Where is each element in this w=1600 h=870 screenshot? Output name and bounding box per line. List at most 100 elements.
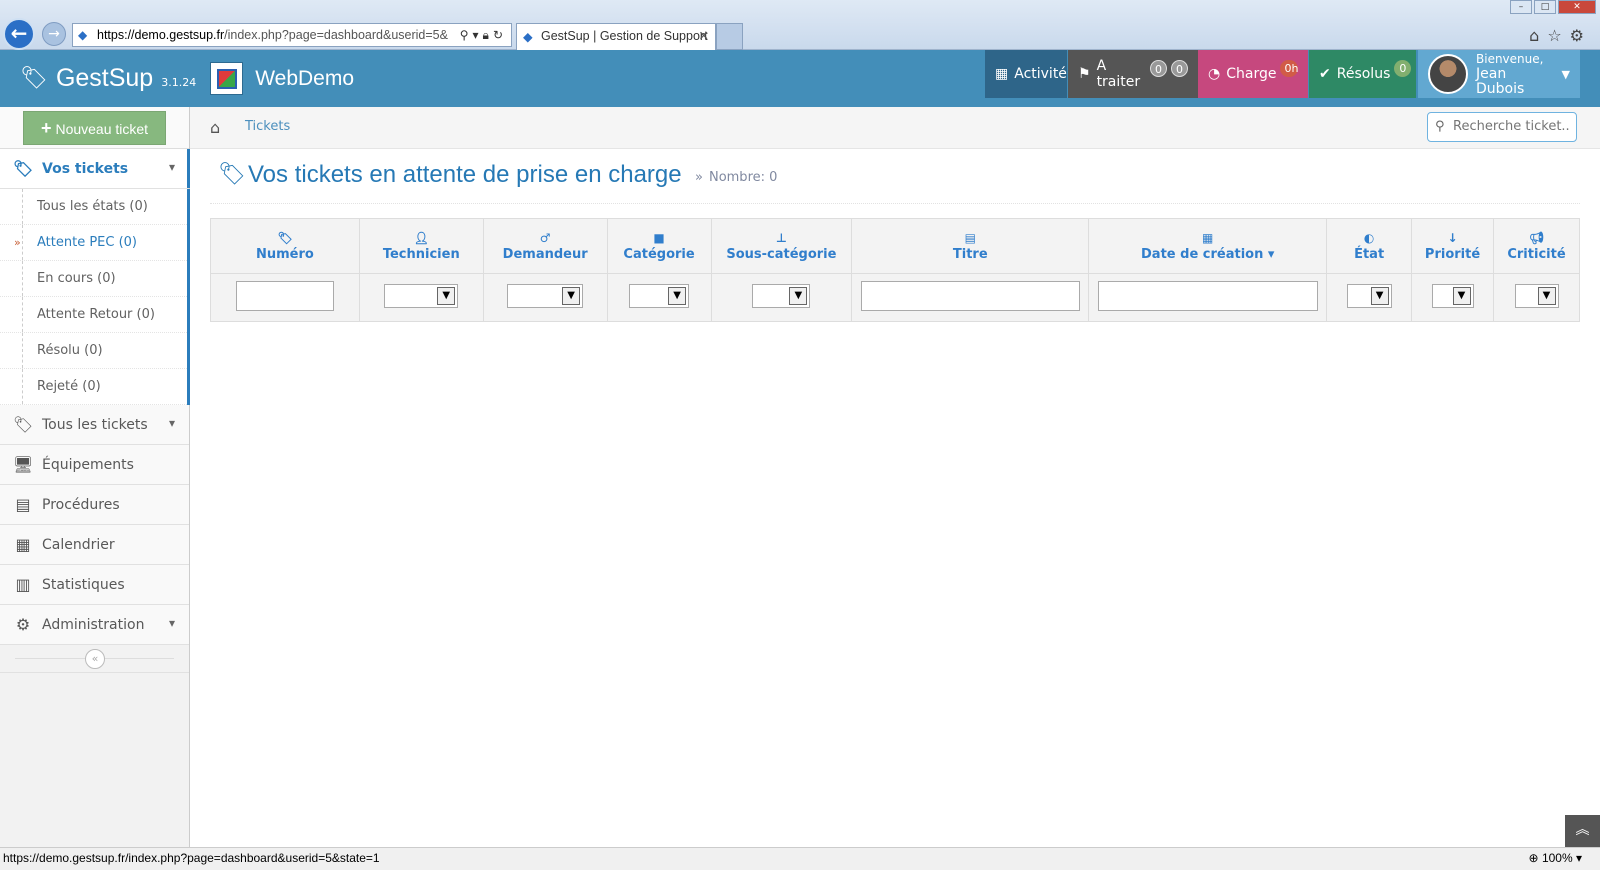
tachometer-icon: ◔ [1208,66,1221,82]
chevron-down-icon: ▾ [168,416,175,430]
caret-down-icon: ▼ [1561,67,1570,81]
sidebar-item-all-tickets[interactable]: 🏷︎ Tous les tickets ▾ [0,405,189,445]
column-header-requester[interactable]: ♂ Demandeur [482,218,608,274]
submenu-item-rejected[interactable]: Rejeté (0) [0,369,187,405]
filter-date-input[interactable] [1097,280,1318,311]
nav-resolved[interactable]: ✔ Résolus 0 [1309,50,1416,98]
tab-close-icon[interactable]: ✕ [699,24,709,49]
nav-to-process[interactable]: ⚑ A traiter 0 0 [1068,50,1198,98]
nav-load[interactable]: ◔ Charge 0h [1198,50,1308,98]
filter-requester-select[interactable]: ▼ [507,283,584,308]
favorites-star-icon[interactable]: ☆ [1547,26,1569,45]
calendar-icon: ▦ [995,66,1009,82]
sidebar-item-administration[interactable]: ⚙ Administration ▾ [0,605,189,645]
search-icon[interactable]: ⚲ [460,28,473,42]
url-path: /index.php?page=dashboard&userid=5& [224,28,448,42]
refresh-icon[interactable]: ↻ [493,28,507,42]
filter-number-input[interactable] [235,280,334,311]
column-header-category[interactable]: ■ Catégorie [606,218,712,274]
filter-state-select[interactable]: ▼ [1346,283,1392,308]
bar-chart-icon: ▥ [15,575,31,594]
sidebar-item-your-tickets[interactable]: 🏷︎ Vos tickets ▾ [0,149,190,189]
sidebar-item-calendar[interactable]: ▦ Calendrier [0,525,189,565]
status-url: https://demo.gestsup.fr/index.php?page=d… [3,851,380,865]
address-bar[interactable]: ◆ https://demo.gestsup.fr/index.php?page… [72,23,512,47]
column-header-label: Criticité [1507,246,1566,262]
ticket-search[interactable]: ⚲ [1427,112,1577,142]
bullhorn-icon: 📢︎ [1528,230,1545,245]
sidebar-item-label: Tous les tickets [42,416,148,433]
search-icon: ⚲ [1435,119,1445,134]
collapse-sidebar-icon[interactable]: « [85,649,105,669]
submenu-item-in-progress[interactable]: En cours (0) [0,261,187,297]
user-menu[interactable]: Bienvenue, Jean Dubois ▼ [1418,50,1580,98]
zoom-control[interactable]: ⊕ 100% ▾ [1529,848,1582,869]
forward-button[interactable]: → [42,22,66,46]
browser-toolbar-icons: ⌂☆⚙ [1529,26,1592,45]
sidebar-item-label: Calendrier [42,536,115,553]
column-header-subcategory[interactable]: ⊥ Sous-catégorie [710,218,853,274]
nav-activity[interactable]: ▦ Activité [985,50,1067,98]
column-header-technician[interactable]: 👤︎ Technicien [358,218,484,274]
filter-priority-select[interactable]: ▼ [1431,283,1474,308]
nav-to-process-label: A traiter [1096,58,1141,90]
double-chevron-up-icon: ︽ [1575,822,1590,838]
dropdown-arrow-icon: ▼ [668,286,687,305]
column-header-priority[interactable]: ↓ Priorité [1411,218,1494,274]
dropdown-arrow-icon: ▼ [1537,286,1556,305]
lock-icon[interactable]: 🔒︎ [483,28,493,42]
filter-title-input[interactable] [860,280,1080,311]
zoom-icon: ⊕ [1528,851,1539,865]
dropdown-icon[interactable]: ▾ [473,28,483,42]
sort-numeric-icon: ↓ [1447,230,1458,245]
breadcrumb-tickets-link[interactable]: Tickets [245,119,290,134]
close-window-button[interactable]: ✕ [1558,0,1596,14]
browser-tab[interactable]: ◆ GestSup | Gestion de Support ✕ [516,23,716,50]
sidebar-item-procedures[interactable]: ▤ Procédures [0,485,189,525]
male-icon: ♂ [539,230,551,245]
search-input[interactable] [1453,119,1571,134]
sort-desc-icon: ▾ [1267,246,1275,262]
welcome-text: Bienvenue, [1476,51,1544,66]
minimize-button[interactable]: – [1510,0,1532,14]
column-header-number[interactable]: 🏷︎ Numéro [210,218,360,274]
sidebar-item-equipment[interactable]: 🖥︎ Équipements [0,445,189,485]
maximize-button[interactable]: □ [1534,0,1556,14]
column-header-creation-date[interactable]: ▦ Date de création ▾ [1088,218,1328,274]
filter-category-select[interactable]: ▼ [629,283,690,308]
column-header-title[interactable]: ▤ Titre [851,218,1090,274]
back-button[interactable]: ← [3,18,35,50]
sitemap-icon: ⊥ [775,230,787,245]
filter-subcategory-select[interactable]: ▼ [752,283,811,308]
column-header-criticality[interactable]: 📢︎ Criticité [1493,218,1580,274]
home-icon[interactable]: ⌂ [210,118,220,137]
scroll-to-top-button[interactable]: ︽ [1565,815,1600,847]
submenu-item-all-states[interactable]: Tous les états (0) [0,189,187,225]
ticket-tag-icon: 🏷︎ [12,159,34,178]
dropdown-arrow-icon: ▼ [562,286,581,305]
column-header-state[interactable]: ◐ État [1326,218,1413,274]
flag-icon: ⚑ [1078,66,1091,82]
home-icon[interactable]: ⌂ [1529,26,1547,45]
filter-technician-select[interactable]: ▼ [384,283,459,308]
check-circle-icon: ✔ [1319,66,1331,82]
app-name: GestSup [55,64,154,92]
user-info: Bienvenue, Jean Dubois [1476,52,1552,97]
cogs-icon: ⚙ [15,615,31,634]
avatar [1428,54,1468,94]
submenu-item-pending-pec[interactable]: » Attente PEC (0) [0,225,187,261]
brand[interactable]: 🏷︎ GestSup 3.1.24 WebDemo [20,50,354,107]
submenu-item-awaiting-return[interactable]: Attente Retour (0) [0,297,187,333]
ticket-count-label: Nombre: 0 [708,170,778,185]
filter-criticality-select[interactable]: ▼ [1514,283,1559,308]
submenu-item-resolved[interactable]: Résolu (0) [0,333,187,369]
nav-activity-label: Activité [1014,66,1067,82]
new-ticket-button[interactable]: + Nouveau ticket [23,111,166,145]
tag-icon: 🏷︎ [277,230,293,245]
sidebar-item-statistics[interactable]: ▥ Statistiques [0,565,189,605]
column-header-label: Demandeur [502,246,588,262]
filter-cell [851,273,1090,322]
settings-gear-icon[interactable]: ⚙ [1570,26,1592,45]
new-tab-button[interactable] [716,23,743,50]
book-icon: ▤ [15,495,31,514]
